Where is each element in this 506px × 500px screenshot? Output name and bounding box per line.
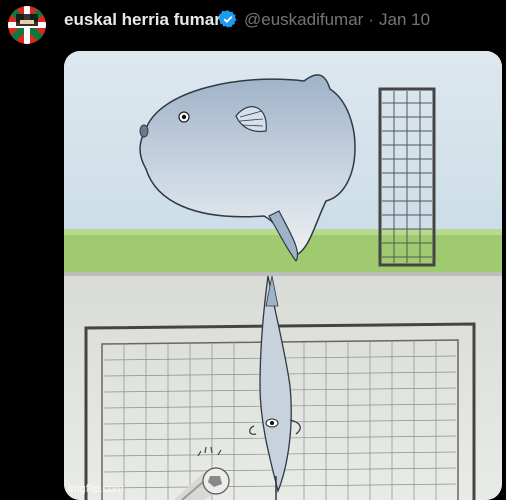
avatar[interactable] — [8, 6, 46, 44]
comic-panel-2 — [64, 276, 502, 500]
tweet-header: euskal herria fumar @euskadifumar · Jan 10 — [0, 0, 506, 50]
verified-badge-icon — [218, 10, 237, 28]
separator: · — [368, 10, 374, 29]
handle[interactable]: @euskadifumar — [244, 10, 363, 29]
tweet-media[interactable]: imgflip.com — [64, 51, 502, 500]
sunfish-and-goal-illustration — [64, 51, 502, 272]
basque-flag-icon — [8, 6, 46, 44]
handle-and-date: @euskadifumar · Jan 10 — [244, 10, 430, 30]
watermark-label: imgflip.com — [68, 483, 124, 495]
sunfish-blocking-goal-illustration — [64, 276, 502, 500]
post-date[interactable]: Jan 10 — [379, 10, 430, 29]
display-name[interactable]: euskal herria fumar — [64, 10, 221, 30]
comic-panel-1 — [64, 51, 502, 272]
